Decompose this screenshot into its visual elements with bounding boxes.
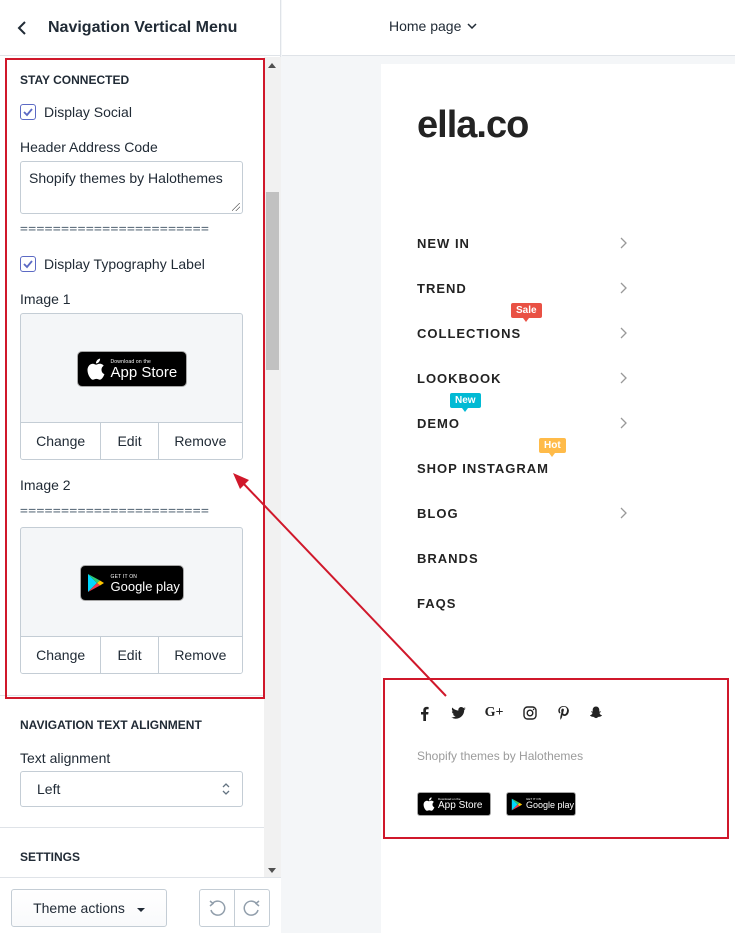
- menu-item-label: BLOG: [417, 505, 459, 521]
- select-arrows-icon: [222, 783, 230, 795]
- section-divider: [0, 827, 264, 828]
- menu-item-label: COLLECTIONS: [417, 325, 522, 341]
- chevron-right-icon[interactable]: [620, 372, 627, 384]
- menu-item-label: BRANDS: [417, 550, 479, 566]
- chevron-left-icon: [17, 20, 26, 35]
- menu-item-trend[interactable]: TREND: [417, 278, 627, 298]
- redo-icon: [243, 900, 260, 916]
- theme-actions-button[interactable]: Theme actions: [11, 889, 167, 927]
- preview-topbar: Home page: [282, 0, 735, 56]
- text-alignment-select[interactable]: Left: [20, 771, 243, 807]
- menu-item-label: LOOKBOOK: [417, 370, 502, 386]
- scroll-down-arrow-icon[interactable]: [268, 868, 276, 873]
- menu-badge: New: [450, 393, 481, 412]
- text-alignment-value: Left: [37, 781, 61, 797]
- undo-button[interactable]: [200, 890, 235, 926]
- menu-item-label: NEW IN: [417, 235, 470, 251]
- menu-item-faqs[interactable]: FAQS: [417, 593, 627, 613]
- chevron-right-icon[interactable]: [620, 327, 627, 339]
- sidebar-title: Navigation Vertical Menu: [48, 18, 238, 36]
- menu-item-label: DEMO: [417, 415, 460, 431]
- chevron-right-icon[interactable]: [620, 282, 627, 294]
- chevron-right-icon[interactable]: [620, 237, 627, 249]
- page-selector[interactable]: Home page: [389, 18, 477, 34]
- text-alignment-label: Text alignment: [20, 750, 111, 766]
- sidebar-scrollbar[interactable]: [264, 57, 281, 877]
- chevron-down-icon: [467, 23, 477, 29]
- scroll-thumb[interactable]: [266, 192, 279, 370]
- sidebar-footer: Theme actions: [0, 877, 281, 933]
- undo-icon: [209, 900, 226, 916]
- page-selector-label: Home page: [389, 18, 462, 34]
- highlight-box-settings: [5, 58, 265, 699]
- menu-badge: Sale: [511, 303, 542, 322]
- menu-badge: Hot: [539, 438, 566, 457]
- menu-item-shop-instagram[interactable]: SHOP INSTAGRAM Hot: [417, 438, 627, 478]
- menu-item-blog[interactable]: BLOG: [417, 503, 627, 523]
- scroll-up-arrow-icon[interactable]: [268, 63, 276, 68]
- sidebar-header: Navigation Vertical Menu: [0, 0, 280, 56]
- menu-item-lookbook[interactable]: LOOKBOOK: [417, 368, 627, 388]
- menu-item-new-in[interactable]: NEW IN: [417, 233, 627, 253]
- menu-item-brands[interactable]: BRANDS: [417, 548, 627, 568]
- caret-down-icon: [136, 907, 145, 912]
- chevron-right-icon[interactable]: [620, 507, 627, 519]
- menu-item-label: SHOP INSTAGRAM: [417, 460, 549, 476]
- chevron-right-icon[interactable]: [620, 417, 627, 429]
- menu-item-demo[interactable]: DEMO New: [417, 393, 627, 433]
- settings-heading: SETTINGS: [20, 850, 81, 864]
- menu-item-label: TREND: [417, 280, 467, 296]
- menu-item-collections[interactable]: COLLECTIONS Sale: [417, 303, 627, 343]
- undo-redo-group: [199, 889, 270, 927]
- redo-button[interactable]: [235, 890, 269, 926]
- highlight-box-preview: [383, 678, 729, 839]
- store-logo[interactable]: ella.co: [417, 104, 529, 147]
- theme-actions-label: Theme actions: [33, 900, 125, 916]
- back-button[interactable]: [12, 18, 32, 38]
- menu-item-label: FAQS: [417, 595, 457, 611]
- nav-alignment-heading: NAVIGATION TEXT ALIGNMENT: [20, 718, 202, 732]
